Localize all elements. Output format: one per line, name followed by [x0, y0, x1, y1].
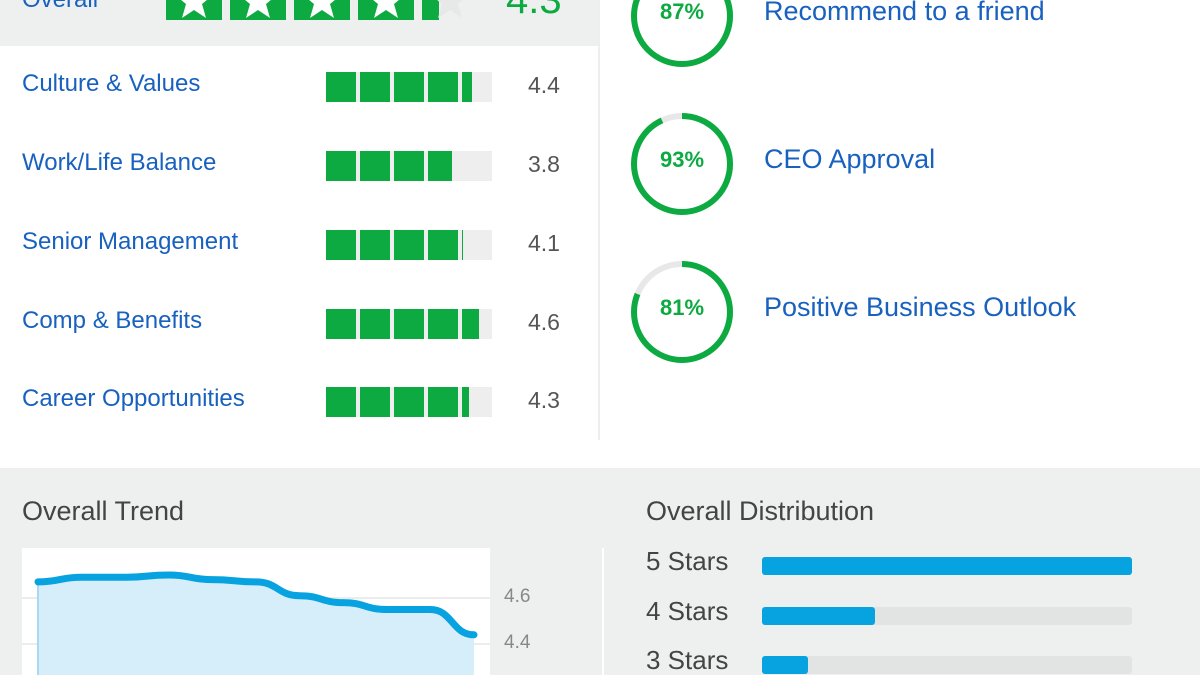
rating-segment [394, 230, 424, 260]
trend-chart-svg [22, 571, 490, 675]
rating-value: 4.4 [528, 72, 560, 98]
rating-segment [360, 72, 390, 102]
rating-segment [428, 151, 453, 181]
star-icon [294, 0, 350, 20]
rating-segment [326, 387, 356, 417]
donut-label[interactable]: Recommend to a friend [764, 0, 1045, 27]
donut-percent: 87% [659, 0, 705, 24]
rating-name[interactable]: Culture & Values [22, 70, 200, 98]
distribution-label: 3 Stars [646, 645, 729, 675]
distribution-label: 4 Stars [646, 596, 729, 626]
rating-bar [326, 151, 492, 181]
overall-label[interactable]: Overall [22, 0, 98, 14]
rating-name[interactable]: Comp & Benefits [22, 307, 202, 335]
rating-segment [428, 72, 458, 102]
rating-value: 4.3 [528, 387, 560, 413]
star-icon [230, 0, 286, 20]
rating-segment [428, 309, 458, 339]
distribution-bar[interactable] [762, 656, 1132, 674]
rating-value: 4.6 [528, 309, 560, 335]
rating-segment [326, 230, 356, 260]
rating-segment [394, 72, 424, 102]
donut-recommend: 87% Recommend to a friend [628, 0, 1188, 72]
donut-business-outlook: 81% Positive Business Outlook [628, 258, 1188, 368]
distribution-bar-fill [762, 656, 809, 674]
rating-name[interactable]: Work/Life Balance [22, 149, 216, 177]
rating-segment [394, 309, 424, 339]
rating-segment [394, 387, 424, 417]
rating-segment [428, 387, 458, 417]
distribution-bar[interactable] [762, 607, 1132, 625]
distribution-title: Overall Distribution [646, 496, 875, 526]
distribution-row-5-stars: 5 Stars [646, 546, 1146, 586]
rating-segment [360, 151, 390, 181]
distribution-bar-fill [762, 557, 1132, 575]
rating-segment [326, 72, 356, 102]
rating-bar [326, 72, 492, 102]
rating-segment [428, 230, 458, 260]
donut-label[interactable]: Positive Business Outlook [764, 292, 1076, 323]
donut-percent: 81% [659, 295, 705, 320]
trend-chart [22, 548, 490, 675]
rating-segment [462, 309, 479, 339]
rating-segment [360, 387, 390, 417]
rating-name[interactable]: Career Opportunities [22, 385, 245, 413]
rating-row-comp-benefits: Comp & Benefits 4.6 [0, 301, 598, 341]
rating-segment [326, 151, 356, 181]
rating-bar [326, 230, 492, 260]
distribution-bar-fill [762, 607, 875, 625]
rating-row-career-opportunities: Career Opportunities 4.3 [0, 379, 598, 419]
trend-tick-label: 4.4 [504, 632, 531, 653]
distribution-bar[interactable] [762, 557, 1132, 575]
rating-segment [326, 309, 356, 339]
rating-bar [326, 309, 492, 339]
rating-segment [394, 151, 424, 181]
trend-tick-label: 4.6 [504, 586, 531, 607]
rating-row-culture-values: Culture & Values 4.4 [0, 64, 598, 104]
donut-label[interactable]: CEO Approval [764, 144, 935, 175]
rating-segment [360, 309, 390, 339]
star-icon [422, 0, 478, 20]
rating-segment [360, 230, 390, 260]
distribution-label: 5 Stars [646, 546, 729, 576]
distribution-row-3-stars: 3 Stars [646, 645, 1146, 675]
star-icon [358, 0, 414, 20]
rating-row-senior-management: Senior Management 4.1 [0, 222, 598, 262]
star-icon [166, 0, 222, 20]
rating-row-work-life-balance: Work/Life Balance 3.8 [0, 143, 598, 183]
overall-stars [166, 0, 478, 20]
distribution-row-4-stars: 4 Stars [646, 596, 1146, 636]
rating-value: 3.8 [528, 151, 560, 177]
rating-name[interactable]: Senior Management [22, 228, 238, 256]
donut-percent: 93% [659, 147, 705, 172]
rating-bar [326, 387, 492, 417]
donut-ceo-approval: 93% CEO Approval [628, 110, 1188, 220]
trend-area [38, 575, 474, 675]
overall-score: 4.3 [506, 0, 562, 22]
column-divider [598, 0, 600, 440]
rating-segment [462, 72, 473, 102]
rating-value: 4.1 [528, 230, 560, 256]
trend-title: Overall Trend [22, 496, 185, 526]
bottom-divider [602, 548, 604, 675]
rating-segment [462, 387, 469, 417]
